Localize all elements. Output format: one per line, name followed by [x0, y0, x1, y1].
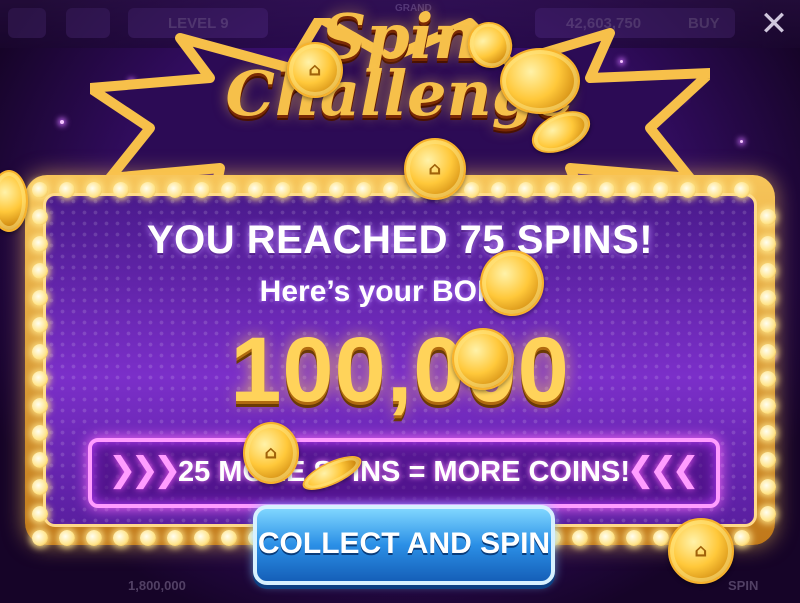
- marquee-bulb: [760, 290, 776, 306]
- marquee-bulb: [59, 182, 75, 198]
- marquee-bulb: [140, 182, 156, 198]
- marquee-bulb: [760, 371, 776, 387]
- home-icon: [8, 8, 46, 38]
- marquee-bulb: [86, 182, 102, 198]
- marquee-bulb: [32, 317, 48, 333]
- coin-icon: [480, 250, 544, 316]
- marquee-bulb: [32, 398, 48, 414]
- collect-and-spin-label: COLLECT AND SPIN: [257, 527, 551, 560]
- marquee-bulb: [248, 182, 264, 198]
- underlay-bottom-value: 1,800,000: [128, 578, 186, 593]
- collect-and-spin-button[interactable]: COLLECT AND SPIN: [253, 505, 555, 585]
- marquee-bulb: [760, 479, 776, 495]
- reached-spins-headline: YOU REACHED 75 SPINS!: [146, 218, 654, 262]
- coin-icon: [500, 48, 580, 114]
- marquee-bulb: [32, 263, 48, 279]
- marquee-bulb: [59, 530, 75, 546]
- marquee-bulb: [545, 182, 561, 198]
- marquee-bulb: [113, 182, 129, 198]
- marquee-bulb: [275, 182, 291, 198]
- marquee-bulb: [572, 530, 588, 546]
- marquee-bulb: [86, 530, 102, 546]
- sparkle-icon: [740, 140, 743, 143]
- marquee-bulb: [167, 530, 183, 546]
- coin-icon: ⌂: [287, 42, 343, 98]
- marquee-bulb: [194, 530, 210, 546]
- marquee-bulb: [760, 452, 776, 468]
- marquee-bulb: [734, 182, 750, 198]
- marquee-bulb: [302, 182, 318, 198]
- marquee-bulb: [760, 398, 776, 414]
- marquee-bulb: [32, 344, 48, 360]
- more-spins-banner: ❯❯❯ 25 MORE SPINS = MORE COINS! ❮❮❮: [88, 438, 720, 508]
- marquee-bulb: [760, 209, 776, 225]
- marquee-bulb: [356, 182, 372, 198]
- more-spins-text: 25 MORE SPINS = MORE COINS!: [177, 456, 630, 488]
- marquee-bulb: [221, 182, 237, 198]
- marquee-bulb: [760, 344, 776, 360]
- marquee-bulb: [734, 530, 750, 546]
- marquee-bulb: [32, 236, 48, 252]
- marquee-bulb: [194, 182, 210, 198]
- marquee-bulb: [518, 182, 534, 198]
- marquee-bulb: [653, 182, 669, 198]
- chevron-right-icon: ❯❯❯: [108, 450, 182, 490]
- sparkle-icon: [60, 120, 64, 124]
- marquee-bulb: [32, 209, 48, 225]
- chevron-left-icon: ❮❮❮: [626, 450, 701, 490]
- marquee-bulb: [599, 182, 615, 198]
- underlay-spin-label: SPIN: [728, 578, 759, 593]
- marquee-bulb: [32, 452, 48, 468]
- marquee-bulb: [32, 371, 48, 387]
- marquee-bulb: [221, 530, 237, 546]
- marquee-bulb: [32, 290, 48, 306]
- coin-icon: ⌂: [243, 422, 299, 484]
- marquee-bulb: [464, 182, 480, 198]
- marquee-bulb: [32, 182, 48, 198]
- marquee-bulb: [113, 530, 129, 546]
- bonus-amount: 100,000: [230, 319, 570, 421]
- marquee-bulb: [32, 530, 48, 546]
- bonus-subline: Here’s your BONUS: [259, 275, 541, 308]
- marquee-bulb: [329, 182, 345, 198]
- marquee-bulb: [572, 182, 588, 198]
- coin-icon: ⌂: [404, 138, 466, 200]
- marquee-bulb: [760, 425, 776, 441]
- marquee-bulb: [491, 182, 507, 198]
- marquee-bulb: [599, 530, 615, 546]
- marquee-bulb: [626, 530, 642, 546]
- coin-icon: ⌂: [668, 518, 734, 584]
- marquee-bulb: [760, 317, 776, 333]
- marquee-bulb: [680, 182, 696, 198]
- marquee-bulb: [32, 425, 48, 441]
- marquee-bulb: [707, 182, 723, 198]
- coin-icon: [452, 328, 514, 390]
- marquee-bulb: [760, 263, 776, 279]
- marquee-bulb: [653, 530, 669, 546]
- marquee-bulb: [32, 479, 48, 495]
- marquee-bulb: [140, 530, 156, 546]
- marquee-bulb: [626, 182, 642, 198]
- marquee-bulb: [32, 506, 48, 522]
- close-icon[interactable]: ✕: [758, 7, 790, 41]
- marquee-bulb: [383, 182, 399, 198]
- marquee-bulb: [167, 182, 183, 198]
- marquee-bulb: [760, 236, 776, 252]
- marquee-bulb: [760, 506, 776, 522]
